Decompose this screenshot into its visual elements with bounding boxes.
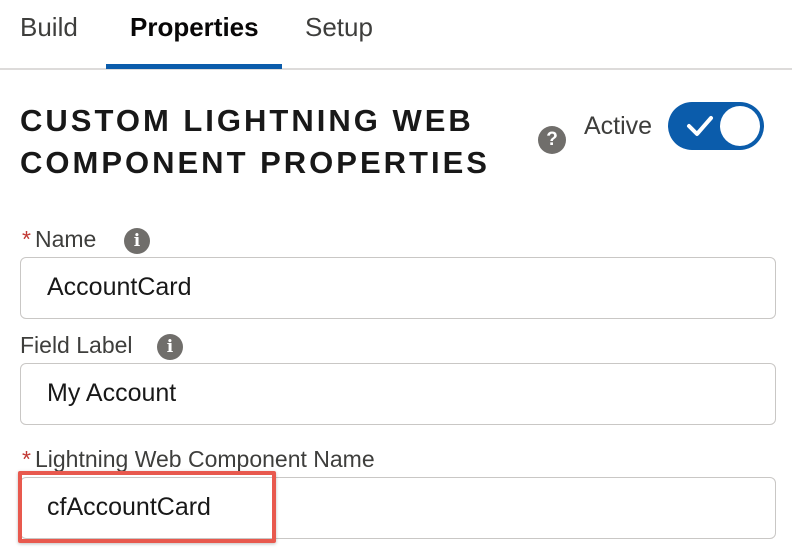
checkmark-icon (687, 116, 713, 136)
active-tab-indicator (106, 64, 282, 69)
page-title: CUSTOM LIGHTNING WEB COMPONENT PROPERTIE… (20, 100, 490, 184)
name-input[interactable]: AccountCard (20, 257, 776, 319)
field-label-input[interactable]: My Account (20, 363, 776, 425)
required-asterisk: * (22, 446, 31, 472)
highlight-box (18, 471, 276, 543)
info-icon[interactable]: i (124, 228, 150, 254)
tab-properties[interactable]: Properties (130, 12, 259, 43)
active-toggle[interactable] (668, 102, 764, 150)
tab-build[interactable]: Build (20, 12, 78, 43)
page-title-line-1: CUSTOM LIGHTNING WEB (20, 103, 474, 138)
tab-setup[interactable]: Setup (305, 12, 373, 43)
active-label: Active (584, 112, 653, 140)
question-circle-icon[interactable]: ? (538, 126, 566, 154)
name-label-text: Name (34, 226, 97, 252)
required-asterisk: * (22, 226, 31, 252)
lwc-name-label-text: Lightning Web Component Name (34, 446, 375, 472)
toggle-knob (720, 106, 760, 146)
info-icon[interactable]: i (157, 334, 183, 360)
page-title-line-2: COMPONENT PROPERTIES (20, 145, 490, 180)
field-label-label: Field Label (20, 332, 133, 358)
name-label: * Name (22, 226, 96, 253)
lwc-name-label: * Lightning Web Component Name (22, 446, 375, 473)
tab-bar: Build Properties Setup (0, 0, 792, 70)
